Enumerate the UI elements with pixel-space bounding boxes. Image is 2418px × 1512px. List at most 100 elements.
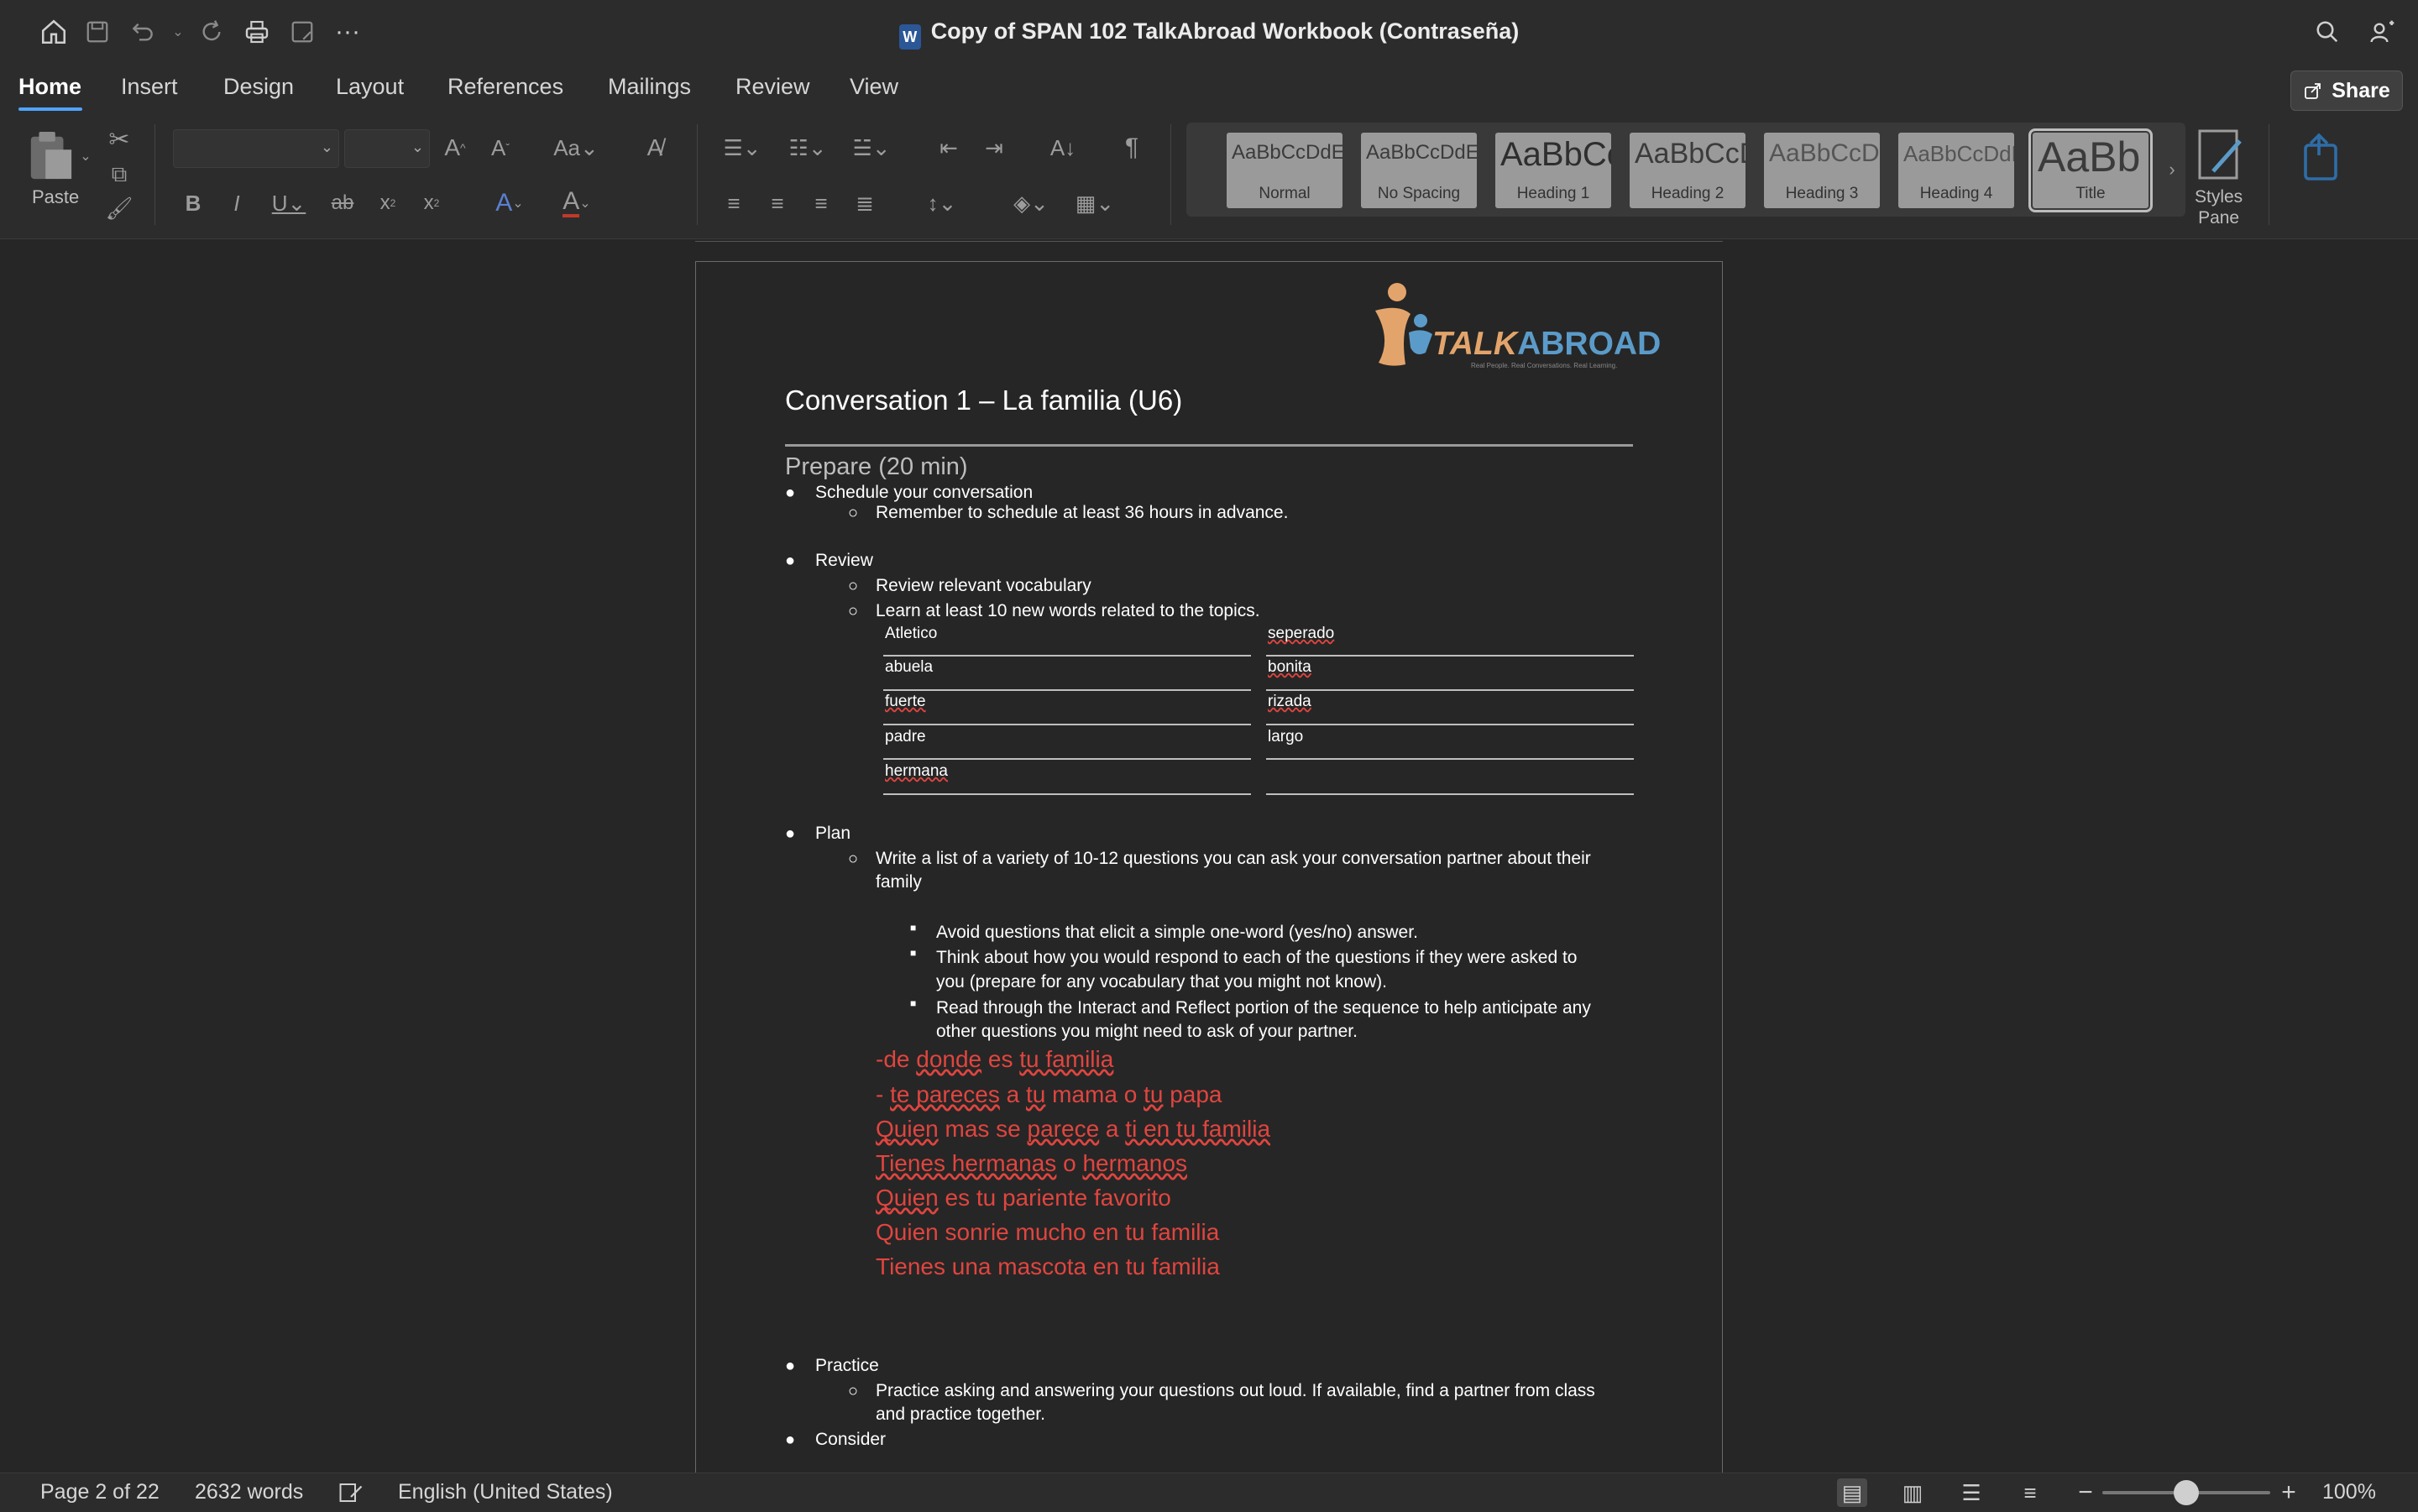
- word-count[interactable]: 2632 words: [195, 1480, 303, 1504]
- italic-icon[interactable]: I: [222, 186, 252, 220]
- show-formatting-icon[interactable]: ¶: [1115, 131, 1149, 165]
- style-no-spacing[interactable]: AaBbCcDdEe No Spacing: [1361, 133, 1477, 208]
- vocab-cell[interactable]: bonita: [1268, 658, 1311, 677]
- question-line[interactable]: Quien sonrie mucho en tu familia: [876, 1219, 1219, 1246]
- question-line[interactable]: - te pareces a tu mama o tu papa: [876, 1081, 1222, 1108]
- page-heading: Conversation 1 – La familia (U6): [785, 385, 1182, 416]
- question-line[interactable]: Tienes hermanas o hermanos: [876, 1150, 1187, 1177]
- vocab-cell[interactable]: seperado: [1268, 625, 1334, 643]
- section-heading-prepare: Prepare (20 min): [785, 453, 968, 480]
- shrink-font-icon[interactable]: Aˇ: [484, 131, 517, 165]
- question-line[interactable]: Quien es tu pariente favorito: [876, 1185, 1171, 1211]
- align-left-icon[interactable]: ≡: [719, 186, 749, 220]
- zoom-out-icon[interactable]: −: [2070, 1478, 2101, 1507]
- underline-icon[interactable]: U⌄: [265, 186, 312, 220]
- heading-rule: [785, 444, 1633, 447]
- strikethrough-icon[interactable]: ab: [326, 186, 359, 220]
- tab-insert[interactable]: Insert: [121, 74, 178, 100]
- account-icon[interactable]: [2366, 15, 2400, 49]
- outline-view-icon[interactable]: ☰: [1956, 1478, 1986, 1507]
- title-bar: ⌄ ··· W Copy of SPAN 102 TalkAbroad Workb…: [0, 0, 2418, 65]
- question-line[interactable]: -de donde es tu familia: [876, 1046, 1113, 1073]
- clear-formatting-icon[interactable]: A̸: [638, 131, 672, 165]
- print-layout-icon[interactable]: ▤: [1837, 1478, 1867, 1507]
- align-center-icon[interactable]: ≡: [762, 186, 793, 220]
- list-item-plan-sub-line: family: [876, 872, 922, 892]
- tab-home[interactable]: Home: [18, 74, 81, 100]
- vocab-cell[interactable]: largo: [1268, 728, 1303, 746]
- tab-layout[interactable]: Layout: [336, 74, 404, 100]
- zoom-in-icon[interactable]: +: [2274, 1478, 2304, 1507]
- style-title[interactable]: AaBb Title: [2028, 128, 2153, 212]
- subscript-icon[interactable]: x2: [373, 186, 403, 220]
- focus-mode-icon[interactable]: ▥: [1897, 1478, 1928, 1507]
- font-color-icon[interactable]: A ⌄: [549, 186, 604, 220]
- cut-icon[interactable]: ✂: [104, 124, 134, 154]
- format-painter-icon[interactable]: 🖌: [104, 193, 134, 223]
- style-heading-1[interactable]: AaBbCc Heading 1: [1495, 133, 1611, 208]
- vocab-line: [883, 655, 1251, 657]
- gallery-next-icon[interactable]: ›: [2162, 153, 2182, 186]
- list-item-review-sub: Learn at least 10 new words related to t…: [876, 601, 1260, 620]
- style-heading-2[interactable]: AaBbCcD Heading 2: [1630, 133, 1745, 208]
- vocab-cell[interactable]: abuela: [885, 658, 933, 677]
- font-size-dropdown[interactable]: ⌄: [344, 129, 430, 168]
- vocab-cell[interactable]: fuerte: [885, 693, 926, 711]
- text-effects-icon[interactable]: A ⌄: [482, 186, 537, 220]
- copy-icon[interactable]: ⧉: [104, 160, 134, 190]
- borders-icon[interactable]: ▦⌄: [1068, 186, 1122, 220]
- styles-pane-icon[interactable]: [2193, 124, 2250, 186]
- language-indicator[interactable]: English (United States): [398, 1480, 613, 1504]
- font-name-dropdown[interactable]: ⌄: [173, 129, 339, 168]
- style-label: Heading 4: [1919, 185, 1993, 202]
- sort-icon[interactable]: A↓: [1044, 131, 1081, 165]
- plan-point: Think about how you would respond to eac…: [936, 948, 1578, 967]
- list-item-practice: Practice: [815, 1356, 879, 1375]
- style-normal[interactable]: AaBbCcDdEe Normal: [1227, 133, 1342, 208]
- dictate-icon[interactable]: [2297, 129, 2347, 185]
- bold-icon[interactable]: B: [178, 186, 208, 220]
- vocab-cell[interactable]: hermana: [885, 762, 948, 781]
- tab-mailings[interactable]: Mailings: [608, 74, 691, 100]
- bullets-icon[interactable]: ☰⌄: [715, 131, 769, 165]
- shading-icon[interactable]: ◈⌄: [1004, 186, 1058, 220]
- align-right-icon[interactable]: ≡: [806, 186, 836, 220]
- styles-gallery: AaBbCcDdEe Normal AaBbCcDdEe No Spacing Aa…: [1186, 123, 2185, 217]
- numbering-icon[interactable]: ☷⌄: [781, 131, 835, 165]
- increase-indent-icon[interactable]: ⇥: [977, 131, 1011, 165]
- decrease-indent-icon[interactable]: ⇤: [932, 131, 966, 165]
- share-button[interactable]: Share: [2290, 71, 2403, 111]
- question-line[interactable]: Tienes una mascota en tu familia: [876, 1253, 1220, 1280]
- zoom-slider-thumb[interactable]: [2174, 1480, 2199, 1505]
- share-label: Share: [2332, 78, 2390, 102]
- style-heading-4[interactable]: AaBbCcDdE Heading 4: [1898, 133, 2014, 208]
- tab-view[interactable]: View: [850, 74, 898, 100]
- document-page[interactable]: [695, 261, 1723, 1505]
- tab-review[interactable]: Review: [735, 74, 810, 100]
- question-line[interactable]: Quien mas se parece a ti en tu familia: [876, 1116, 1270, 1143]
- paste-icon[interactable]: [25, 129, 76, 183]
- vocab-cell[interactable]: Atletico: [885, 625, 937, 643]
- line-spacing-icon[interactable]: ↕⌄: [915, 186, 969, 220]
- bullet-square-icon: ■: [910, 997, 917, 1009]
- zoom-level[interactable]: 100%: [2322, 1480, 2376, 1504]
- vocab-cell[interactable]: padre: [885, 728, 926, 746]
- page-count[interactable]: Page 2 of 22: [40, 1480, 160, 1504]
- proofing-icon[interactable]: [336, 1478, 366, 1507]
- word-doc-icon: W: [898, 24, 921, 50]
- bullet-circle-icon: ○: [848, 602, 859, 620]
- tab-design[interactable]: Design: [223, 74, 294, 100]
- search-icon[interactable]: [2311, 15, 2344, 49]
- vocab-cell[interactable]: rizada: [1268, 693, 1311, 711]
- multilevel-list-icon[interactable]: ☱⌄: [845, 131, 898, 165]
- superscript-icon[interactable]: x2: [416, 186, 447, 220]
- plan-point: Avoid questions that elicit a simple one…: [936, 923, 1418, 942]
- tab-references[interactable]: References: [447, 74, 563, 100]
- paste-dropdown-icon[interactable]: ⌄: [77, 146, 94, 166]
- change-case-icon[interactable]: Aa⌄: [551, 131, 601, 165]
- draft-view-icon[interactable]: ≡: [2015, 1478, 2045, 1507]
- justify-icon[interactable]: ≣: [850, 186, 880, 220]
- style-heading-3[interactable]: AaBbCcDc Heading 3: [1764, 133, 1880, 208]
- grow-font-icon[interactable]: A ^: [438, 131, 472, 165]
- talkabroad-logo-figure: [1375, 283, 1432, 366]
